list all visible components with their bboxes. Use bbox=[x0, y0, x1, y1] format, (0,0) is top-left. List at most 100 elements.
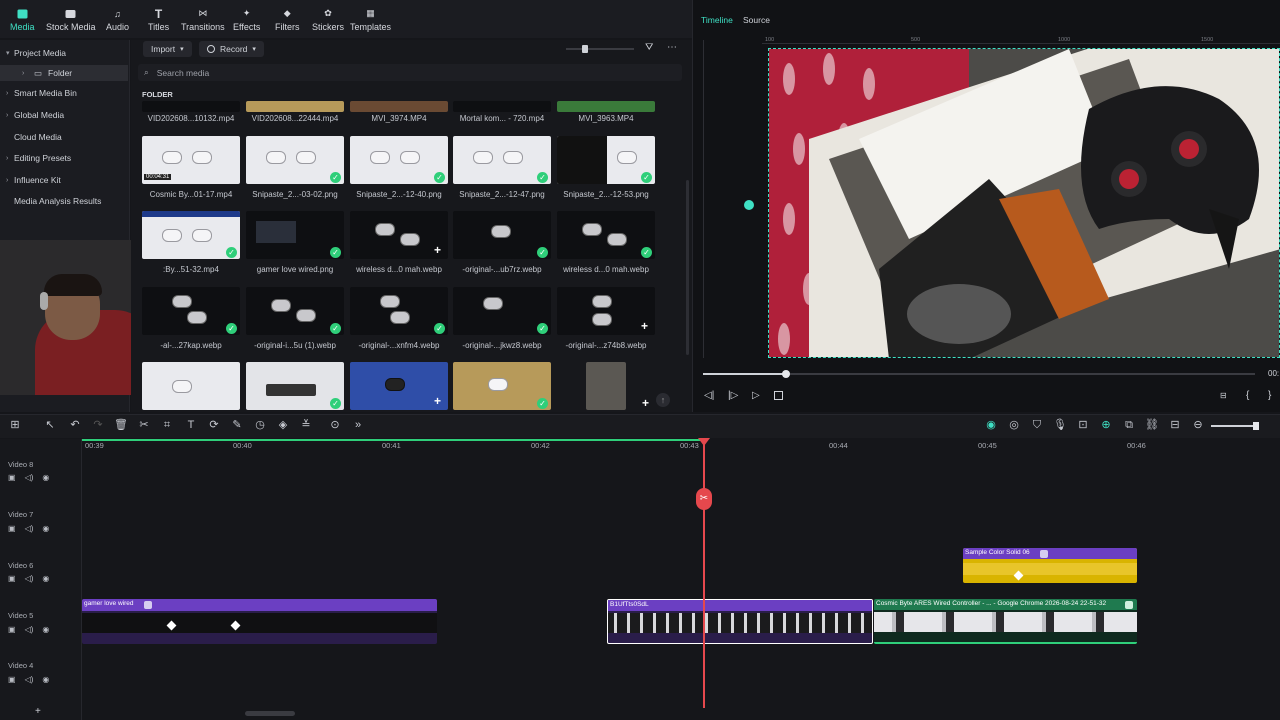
media-thumb-4-1[interactable]: ✓ bbox=[246, 362, 344, 410]
speaker-icon[interactable]: ◁) bbox=[25, 625, 34, 634]
speaker-icon[interactable]: ◁) bbox=[25, 675, 34, 684]
lock-icon[interactable]: ▣ bbox=[8, 524, 16, 533]
sidebar-item-project-media[interactable]: ▾ Project Media bbox=[6, 45, 66, 61]
media-scrollbar[interactable] bbox=[686, 180, 689, 355]
sidebar-item-media-analysis[interactable]: Media Analysis Results bbox=[14, 193, 101, 209]
eye-icon[interactable]: ◉ bbox=[42, 675, 49, 684]
clip-b1uftts0sdl[interactable]: B1UfTts0SdL bbox=[607, 599, 873, 644]
playback-progress[interactable] bbox=[703, 370, 1255, 378]
speaker-icon[interactable]: ◁) bbox=[25, 524, 34, 533]
search-media-bar[interactable]: ⌕ Search media bbox=[138, 64, 682, 81]
slider-handle[interactable] bbox=[582, 45, 588, 53]
media-thumb-0-3[interactable] bbox=[453, 101, 551, 112]
stop-icon[interactable] bbox=[774, 391, 783, 400]
anchor-handle[interactable] bbox=[744, 200, 754, 210]
media-thumb-1-1[interactable]: ✓ bbox=[246, 136, 344, 184]
toolbar-stock-media[interactable]: Stock Media bbox=[46, 8, 96, 36]
lock-icon[interactable]: ▣ bbox=[8, 574, 16, 583]
captions-icon[interactable]: ⊡ bbox=[1076, 418, 1090, 432]
crop-icon[interactable]: ⌗ bbox=[160, 418, 174, 432]
add-icon[interactable]: + bbox=[642, 396, 649, 410]
toolbar-stickers[interactable]: ✿ Stickers bbox=[312, 8, 344, 36]
preview-quality-icon[interactable]: ⧉ bbox=[1122, 418, 1136, 432]
media-thumb-1-0[interactable]: 00:04:31 bbox=[142, 136, 240, 184]
play-slow-icon[interactable]: |▷ bbox=[728, 390, 738, 401]
prev-frame-icon[interactable]: ◁| bbox=[704, 390, 714, 401]
delete-icon[interactable]: 🗑 bbox=[114, 418, 128, 432]
render-icon[interactable]: ◎ bbox=[1007, 418, 1021, 432]
add-icon[interactable]: + bbox=[434, 394, 441, 408]
media-thumb-3-0[interactable]: ✓ bbox=[142, 287, 240, 335]
timeline-scrollbar[interactable] bbox=[245, 711, 295, 716]
sidebar-item-editing-presets[interactable]: › Editing Presets bbox=[6, 150, 71, 166]
filter-icon[interactable]: ⛛ bbox=[645, 42, 653, 53]
aspect-ratio-icon[interactable]: ⊟ bbox=[1220, 391, 1227, 400]
lock-icon[interactable]: ▣ bbox=[8, 473, 16, 482]
shield-icon[interactable]: ⛉ bbox=[1030, 418, 1044, 432]
mark-out-icon[interactable]: } bbox=[1268, 390, 1271, 401]
media-thumb-0-1[interactable] bbox=[246, 101, 344, 112]
media-thumb-2-4[interactable]: ✓ bbox=[557, 211, 655, 259]
media-thumb-0-0[interactable] bbox=[142, 101, 240, 112]
toolbar-titles[interactable]: T Titles bbox=[148, 7, 169, 36]
add-icon[interactable]: + bbox=[434, 243, 441, 257]
zoom-handle[interactable] bbox=[1253, 422, 1259, 430]
scroll-top-icon[interactable]: ↑ bbox=[656, 393, 670, 407]
tab-source[interactable]: Source bbox=[743, 15, 770, 25]
media-thumb-0-2[interactable] bbox=[350, 101, 448, 112]
add-icon[interactable]: + bbox=[641, 319, 648, 333]
preview-frame[interactable] bbox=[768, 48, 1280, 358]
eye-icon[interactable]: ◉ bbox=[42, 524, 49, 533]
media-thumb-2-3[interactable]: ✓ bbox=[453, 211, 551, 259]
zoom-out-icon[interactable]: ⊖ bbox=[1191, 418, 1205, 432]
color-icon[interactable]: ✎ bbox=[230, 418, 244, 432]
media-thumb-2-2[interactable]: + bbox=[350, 211, 448, 259]
split-icon[interactable]: ✂ bbox=[137, 418, 151, 432]
layout-icon[interactable]: ⊞ bbox=[8, 418, 22, 432]
clip-sample-color-solid[interactable]: Sample Color Solid 06 bbox=[963, 548, 1137, 583]
media-thumb-0-4[interactable] bbox=[557, 101, 655, 112]
sidebar-item-cloud-media[interactable]: Cloud Media bbox=[14, 129, 62, 145]
more-tools-icon[interactable]: » bbox=[351, 418, 365, 432]
zoom-slider[interactable] bbox=[1211, 422, 1259, 430]
mic-icon[interactable]: 🎙 bbox=[1053, 418, 1067, 432]
mark-in-icon[interactable]: { bbox=[1246, 390, 1249, 401]
more-options-icon[interactable]: ⋯ bbox=[667, 42, 678, 53]
select-tool-icon[interactable]: ↖ bbox=[43, 418, 57, 432]
text-icon[interactable]: T bbox=[184, 418, 198, 432]
eye-icon[interactable]: ◉ bbox=[42, 625, 49, 634]
add-track-icon[interactable]: + bbox=[35, 706, 41, 717]
progress-handle[interactable] bbox=[782, 370, 790, 378]
media-thumb-4-0[interactable] bbox=[142, 362, 240, 410]
rotate-icon[interactable]: ⟳ bbox=[207, 418, 221, 432]
play-icon[interactable]: ▷ bbox=[752, 390, 760, 401]
adjust-icon[interactable]: ≚ bbox=[299, 418, 313, 432]
eye-icon[interactable]: ◉ bbox=[42, 473, 49, 482]
sidebar-item-global-media[interactable]: › Global Media bbox=[6, 107, 64, 123]
link-icon[interactable]: ⛓ bbox=[1145, 418, 1159, 432]
media-thumb-1-4[interactable]: ✓ bbox=[557, 136, 655, 184]
media-thumb-2-0[interactable]: ✓ bbox=[142, 211, 240, 259]
snap-icon[interactable]: ⊕ bbox=[1099, 418, 1113, 432]
import-button[interactable]: Import ▾ bbox=[143, 41, 192, 57]
tab-timeline[interactable]: Timeline bbox=[701, 15, 733, 25]
ai-tools-icon[interactable]: ⊙ bbox=[328, 418, 342, 432]
media-thumb-4-2[interactable]: + bbox=[350, 362, 448, 410]
speaker-icon[interactable]: ◁) bbox=[25, 473, 34, 482]
ai-badge-icon[interactable]: ◉ bbox=[984, 418, 998, 432]
media-thumb-3-1[interactable]: ✓ bbox=[246, 287, 344, 335]
media-thumb-3-4[interactable]: + bbox=[557, 287, 655, 335]
lock-icon[interactable]: ▣ bbox=[8, 675, 16, 684]
toolbar-media[interactable]: Media bbox=[10, 8, 35, 36]
record-button[interactable]: Record ▾ bbox=[199, 41, 264, 57]
clip-cosmic-byte[interactable]: Cosmic Byte ARES Wired Controller - ... … bbox=[874, 599, 1137, 644]
toolbar-templates[interactable]: ▦ Templates bbox=[350, 8, 391, 36]
speed-icon[interactable]: ◷ bbox=[253, 418, 267, 432]
split-marker-icon[interactable]: ✂ bbox=[696, 488, 712, 510]
redo-icon[interactable]: ↷ bbox=[91, 418, 105, 432]
sidebar-item-smart-media-bin[interactable]: › Smart Media Bin bbox=[6, 85, 77, 101]
media-thumb-4-3[interactable]: ✓ bbox=[453, 362, 551, 410]
media-thumb-1-3[interactable]: ✓ bbox=[453, 136, 551, 184]
media-thumb-1-2[interactable]: ✓ bbox=[350, 136, 448, 184]
speaker-icon[interactable]: ◁) bbox=[25, 574, 34, 583]
